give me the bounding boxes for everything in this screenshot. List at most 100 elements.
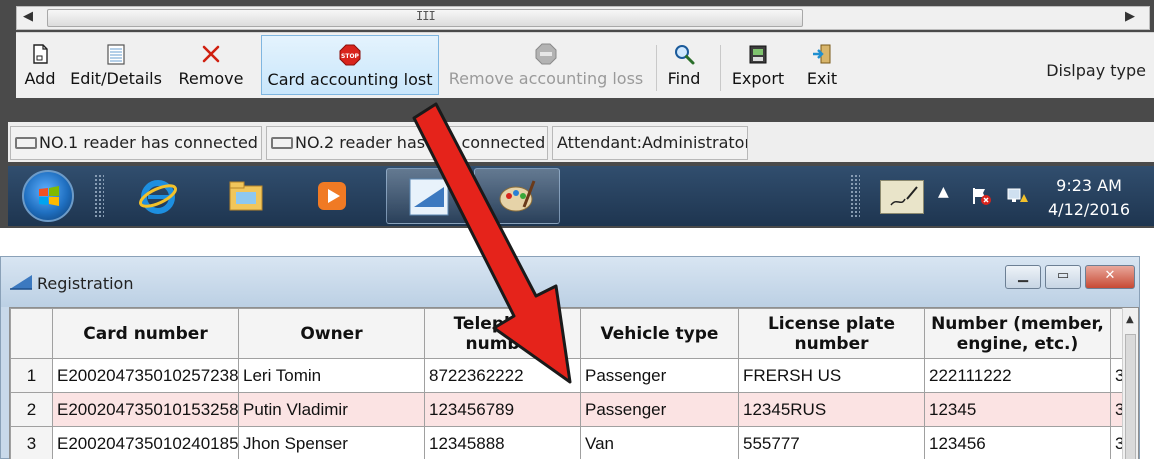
table-row[interactable]: 3 E200204735010240185 Jhon Spenser 12345…: [10, 426, 1127, 459]
paint-icon: [499, 180, 536, 212]
cell-license-plate[interactable]: FRERSH US: [738, 358, 925, 393]
taskbar-app-registration[interactable]: [386, 168, 472, 224]
edit-details-label: Edit/Details: [70, 69, 162, 88]
cell-number[interactable]: 12345: [924, 392, 1111, 427]
reader2-status-text: NO.2 reader has not connected: [295, 133, 546, 152]
maximize-icon: ▭: [1056, 268, 1070, 283]
toolbar: Add Edit/Details Remove STOP Card accoun…: [16, 32, 1154, 98]
column-header-telephone[interactable]: Telephone number: [424, 308, 581, 359]
cell-card-number[interactable]: E200204735010257238: [52, 358, 239, 393]
card-accounting-lost-button[interactable]: STOP Card accounting lost: [261, 35, 439, 95]
new-document-icon: [33, 44, 48, 64]
internet-explorer-icon[interactable]: [138, 176, 178, 216]
network-icon[interactable]: [1006, 186, 1028, 206]
status-bar: NO.1 reader has connected NO.2 reader ha…: [8, 122, 1154, 162]
cell-license-plate[interactable]: 555777: [738, 426, 925, 459]
registration-window: Registration ▁ ▭ ✕ Card number Owner Tel…: [0, 256, 1140, 459]
exit-label: Exit: [806, 69, 838, 88]
close-icon: ✕: [1104, 268, 1116, 283]
minimize-icon: ▁: [1018, 268, 1028, 283]
cell-vehicle-type[interactable]: Passenger: [580, 392, 739, 427]
file-explorer-icon[interactable]: [226, 176, 266, 216]
cell-vehicle-type[interactable]: Passenger: [580, 358, 739, 393]
taskbar-grip: [850, 174, 860, 218]
cell-license-plate[interactable]: 12345RUS: [738, 392, 925, 427]
remove-label: Remove: [178, 69, 244, 88]
pen-input-icon[interactable]: [880, 180, 924, 214]
cell-owner[interactable]: Leri Tomin: [238, 358, 425, 393]
column-header-license-plate[interactable]: License plate number: [738, 308, 925, 359]
taskbar-app-paint[interactable]: [474, 168, 560, 224]
column-header-number[interactable]: Number (member, engine, etc.): [924, 308, 1111, 359]
magnifier-icon: [675, 45, 695, 65]
exit-button[interactable]: Exit: [802, 35, 842, 95]
cell-telephone[interactable]: 123456789: [424, 392, 581, 427]
minimize-button[interactable]: ▁: [1005, 265, 1041, 289]
column-header-vehicle-type[interactable]: Vehicle type: [580, 308, 739, 359]
clock-date: 4/12/2016: [1048, 200, 1131, 219]
export-label: Export: [731, 69, 785, 88]
reader2-status: NO.2 reader has not connected: [266, 126, 548, 160]
clock-time: 9:23 AM: [1056, 176, 1122, 195]
media-player-icon[interactable]: [312, 176, 352, 216]
stop-sign-icon: STOP: [339, 44, 361, 66]
close-button[interactable]: ✕: [1085, 265, 1135, 289]
registration-app-icon: [10, 275, 32, 290]
attendant-status: Attendant:Administrator: [552, 126, 748, 160]
remove-accounting-loss-label: Remove accounting loss: [448, 69, 644, 88]
show-hidden-icons-icon[interactable]: ▲: [938, 184, 949, 200]
find-label: Find: [667, 69, 701, 88]
cell-telephone[interactable]: 12345888: [424, 426, 581, 459]
display-type-label[interactable]: Dislpay type: [1046, 61, 1146, 80]
parking-app-icon: [409, 178, 449, 216]
find-button[interactable]: Find: [664, 35, 704, 95]
export-icon: [749, 45, 767, 64]
edit-details-button[interactable]: Edit/Details: [66, 35, 166, 95]
vertical-scrollbar[interactable]: ▲: [1122, 308, 1138, 459]
remove-button[interactable]: Remove: [174, 35, 248, 95]
row-number: 2: [10, 392, 53, 427]
cell-number[interactable]: 123456: [924, 426, 1111, 459]
column-header-owner[interactable]: Owner: [238, 308, 425, 359]
reader-icon: [271, 137, 293, 149]
start-button[interactable]: [22, 170, 74, 222]
scroll-right-arrow-icon[interactable]: ▶: [1125, 9, 1135, 24]
reader1-status: NO.1 reader has connected: [10, 126, 262, 160]
row-header-corner: [10, 308, 53, 359]
cell-card-number[interactable]: E200204735010240185: [52, 426, 239, 459]
cell-vehicle-type[interactable]: Van: [580, 426, 739, 459]
horizontal-scrollbar[interactable]: ◀ III ▶: [16, 6, 1150, 30]
windows-logo-icon: [39, 186, 59, 206]
reader-icon: [15, 137, 37, 149]
registration-table: Card number Owner Telephone number Vehic…: [10, 308, 1127, 459]
registration-grid: Card number Owner Telephone number Vehic…: [9, 307, 1139, 459]
taskbar-grip: [94, 174, 104, 218]
remove-accounting-loss-button[interactable]: Remove accounting loss: [446, 35, 646, 95]
red-x-icon: [202, 45, 220, 63]
row-number: 3: [10, 426, 53, 459]
vertical-scrollbar-thumb[interactable]: [1125, 334, 1136, 459]
attendant-text: Attendant:Administrator: [557, 133, 748, 152]
column-header-card-number[interactable]: Card number: [52, 308, 239, 359]
main-app-window: ◀ III ▶ Add Edit/Details Remove STOP Car…: [0, 0, 1154, 228]
add-button[interactable]: Add: [20, 35, 60, 95]
export-button[interactable]: Export: [728, 35, 788, 95]
cell-owner[interactable]: Jhon Spenser: [238, 426, 425, 459]
cell-owner[interactable]: Putin Vladimir: [238, 392, 425, 427]
gray-stop-icon: [535, 43, 557, 65]
maximize-button[interactable]: ▭: [1045, 265, 1081, 289]
exit-door-icon: [813, 44, 831, 64]
taskbar-clock[interactable]: 9:23 AM 4/12/2016: [1048, 174, 1130, 222]
scroll-left-arrow-icon[interactable]: ◀: [23, 9, 33, 24]
cell-number[interactable]: 222111222: [924, 358, 1111, 393]
cell-card-number[interactable]: E200204735010153258: [52, 392, 239, 427]
table-row-selected[interactable]: 2 E200204735010153258 Putin Vladimir 123…: [10, 392, 1127, 427]
row-number: 1: [10, 358, 53, 393]
svg-text:STOP: STOP: [341, 53, 360, 60]
scroll-up-arrow-icon[interactable]: ▲: [1126, 314, 1134, 325]
table-row[interactable]: 1 E200204735010257238 Leri Tomin 8722362…: [10, 358, 1127, 393]
registration-title-bar[interactable]: Registration ▁ ▭ ✕: [1, 257, 1139, 307]
cell-telephone[interactable]: 8722362222: [424, 358, 581, 393]
action-center-flag-icon[interactable]: [970, 186, 992, 206]
scrollbar-thumb[interactable]: III: [47, 9, 803, 27]
